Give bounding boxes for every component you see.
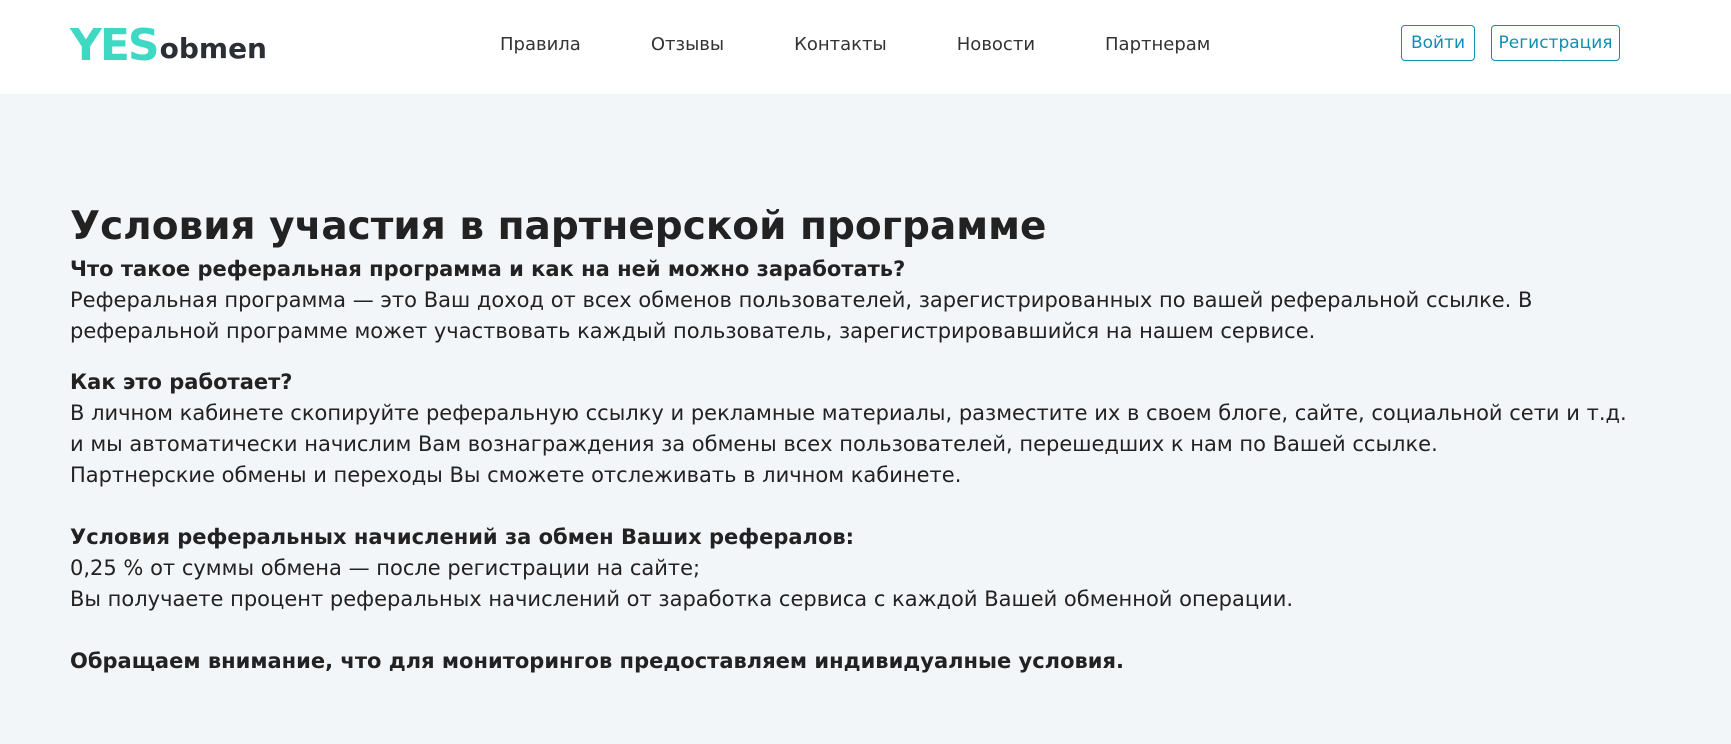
register-button[interactable]: Регистрация xyxy=(1491,25,1620,61)
nav-news[interactable]: Новости xyxy=(957,34,1035,55)
question-how-it-works: Как это работает? xyxy=(70,370,293,394)
referral-terms-heading: Условия реферальных начислений за обмен … xyxy=(70,525,855,549)
nav-partners[interactable]: Партнерам xyxy=(1105,34,1210,55)
nav-rules[interactable]: Правила xyxy=(500,34,581,55)
nav-contacts[interactable]: Контакты xyxy=(794,34,887,55)
tracking-description: Партнерские обмены и переходы Вы сможете… xyxy=(70,463,962,487)
main-nav: Правила Отзывы Контакты Новости Партнера… xyxy=(500,34,1210,55)
logo[interactable]: YES obmen xyxy=(70,20,267,68)
site-header: YES obmen Правила Отзывы Контакты Новост… xyxy=(0,0,1731,94)
main-content: Условия участия в партнерской программе … xyxy=(70,200,1630,677)
referral-program-description: Реферальная программа — это Ваш доход от… xyxy=(70,288,1533,343)
referral-rate-text: 0,25 % от суммы обмена — после регистрац… xyxy=(70,556,701,580)
logo-yes-text: YES xyxy=(70,20,160,71)
page-title: Условия участия в партнерской программе xyxy=(70,204,1047,249)
how-it-works-description: В личном кабинете скопируйте реферальную… xyxy=(70,401,1627,456)
nav-reviews[interactable]: Отзывы xyxy=(651,34,724,55)
login-button[interactable]: Войти xyxy=(1401,25,1475,61)
referral-percent-text: Вы получаете процент реферальных начисле… xyxy=(70,587,1294,611)
monitoring-note: Обращаем внимание, что для мониторингов … xyxy=(70,649,1124,673)
logo-obmen-text: obmen xyxy=(159,32,267,65)
question-referral-program: Что такое реферальная программа и как на… xyxy=(70,257,906,281)
